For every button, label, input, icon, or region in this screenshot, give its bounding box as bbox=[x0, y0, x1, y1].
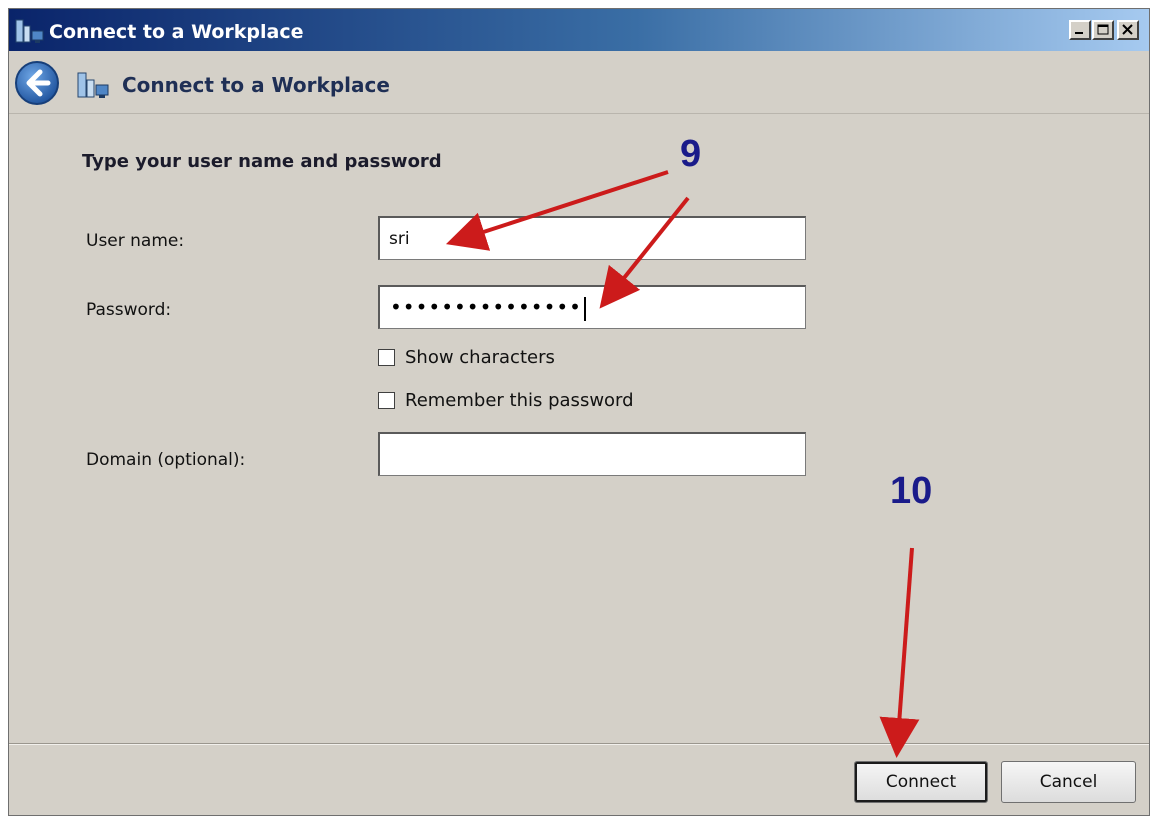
workplace-network-icon bbox=[77, 72, 109, 98]
username-input[interactable] bbox=[378, 216, 806, 260]
remember-password-label: Remember this password bbox=[405, 390, 634, 411]
show-characters-option[interactable]: Show characters bbox=[378, 347, 555, 368]
title-bar[interactable]: Connect to a Workplace bbox=[9, 9, 1149, 51]
minimize-button[interactable] bbox=[1069, 20, 1091, 40]
show-characters-label: Show characters bbox=[405, 347, 555, 368]
step-9-annotation: 9 bbox=[680, 133, 702, 175]
domain-label: Domain (optional): bbox=[86, 450, 246, 470]
footer-divider bbox=[9, 743, 1149, 745]
password-label: Password: bbox=[86, 300, 172, 320]
password-input[interactable]: ••••••••••••••• bbox=[378, 285, 806, 329]
show-characters-checkbox[interactable] bbox=[378, 349, 395, 366]
text-caret bbox=[583, 296, 586, 321]
step-10-annotation: 10 bbox=[890, 470, 933, 512]
password-mask: ••••••••••••••• bbox=[390, 296, 586, 321]
domain-input[interactable] bbox=[378, 432, 806, 476]
window-title: Connect to a Workplace bbox=[49, 21, 304, 43]
remember-password-checkbox[interactable] bbox=[378, 392, 395, 409]
page-title: Connect to a Workplace bbox=[122, 73, 390, 97]
maximize-button[interactable] bbox=[1092, 20, 1114, 40]
workplace-network-icon bbox=[15, 19, 44, 43]
close-button[interactable] bbox=[1117, 20, 1139, 40]
connect-button[interactable]: Connect bbox=[854, 761, 988, 803]
content-divider bbox=[9, 113, 1149, 114]
username-label: User name: bbox=[86, 231, 185, 251]
close-icon bbox=[1122, 24, 1133, 35]
remember-password-option[interactable]: Remember this password bbox=[378, 390, 634, 411]
navigation-bar: Connect to a Workplace bbox=[9, 51, 1149, 113]
form-heading: Type your user name and password bbox=[82, 151, 442, 172]
maximize-icon bbox=[1097, 24, 1109, 35]
minimize-icon bbox=[1075, 32, 1083, 34]
back-arrow-icon[interactable] bbox=[14, 60, 60, 106]
connect-workplace-window: Connect to a Workplace Connect to a Work… bbox=[8, 8, 1150, 816]
cancel-button[interactable]: Cancel bbox=[1001, 761, 1136, 803]
